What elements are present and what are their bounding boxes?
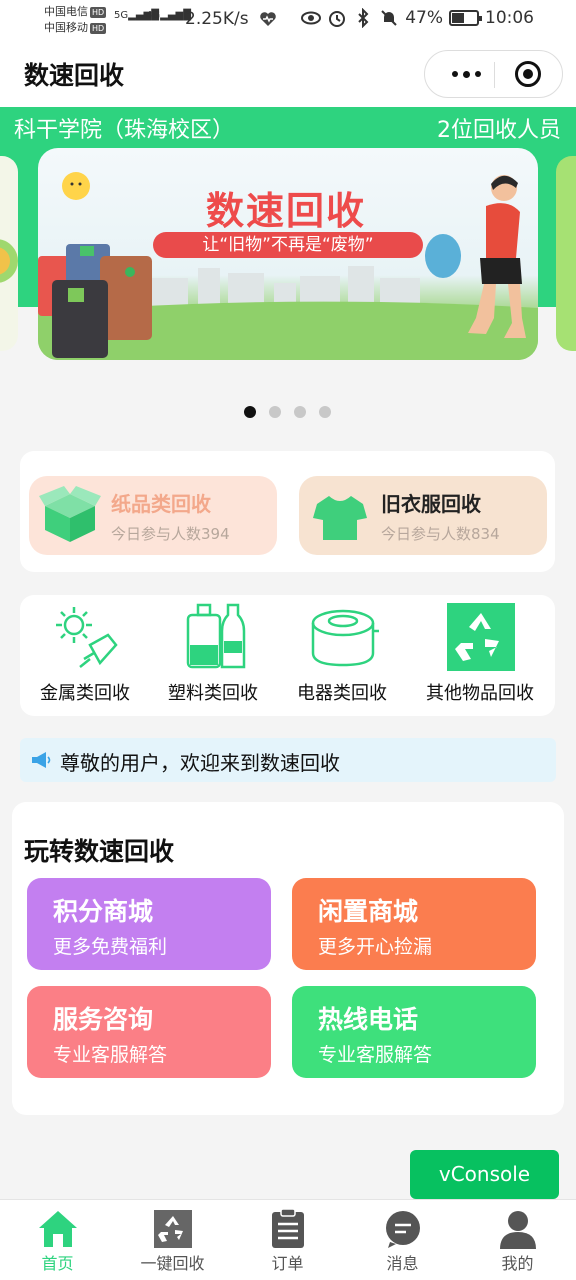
card-subtitle: 专业客服解答	[53, 1044, 168, 1066]
points-mall-card[interactable]: 积分商城 更多免费福利	[27, 878, 271, 970]
recycle-icon	[447, 603, 515, 671]
title-bar: 数速回收	[0, 40, 576, 107]
clock: 10:06	[485, 8, 534, 28]
participant-count: 今日参与人数394	[111, 525, 230, 543]
grid-label: 塑料类回收	[168, 683, 258, 704]
carrier-2: 中国移动	[44, 21, 88, 34]
tab-home[interactable]: 首页	[0, 1200, 115, 1280]
grid-label: 其他物品回收	[426, 683, 534, 704]
card-title: 闲置商城	[318, 897, 419, 926]
grid-label: 金属类回收	[40, 683, 130, 704]
user-icon	[500, 1211, 536, 1249]
alarm-icon	[329, 11, 346, 27]
tab-label: 一键回收	[140, 1254, 205, 1273]
tab-messages[interactable]: 消息	[345, 1200, 460, 1280]
banner-slide[interactable]: 数速回收 让“旧物”不再是“废物”	[38, 148, 538, 360]
prev-banner-peek	[0, 156, 18, 351]
close-miniprogram-button[interactable]	[515, 61, 541, 87]
notice-text: 尊敬的用户，欢迎来到数速回收	[60, 751, 340, 775]
hotline-card[interactable]: 热线电话 专业客服解答	[292, 986, 536, 1078]
grid-item-metal[interactable]: 金属类回收	[20, 595, 150, 716]
bottom-tab-bar: 首页 一键回收 订单 消息 我的	[0, 1199, 576, 1280]
grid-item-other[interactable]: 其他物品回收	[415, 595, 545, 716]
paper-recycle-card[interactable]: 纸品类回收 今日参与人数394	[29, 476, 277, 555]
mute-bell-icon	[381, 10, 397, 26]
grid-item-appliance[interactable]: 电器类回收	[277, 595, 407, 716]
card-subtitle: 专业客服解答	[318, 1044, 433, 1066]
banner-title: 数速回收	[206, 189, 367, 233]
card-title: 积分商城	[53, 897, 154, 926]
vconsole-button[interactable]: vConsole	[410, 1150, 559, 1199]
tab-label: 我的	[501, 1254, 534, 1273]
tab-orders[interactable]: 订单	[230, 1200, 345, 1280]
grid-label: 电器类回收	[297, 683, 387, 704]
carousel-dot-1[interactable]	[244, 406, 256, 418]
card-subtitle: 更多免费福利	[53, 936, 168, 958]
grid-item-plastic[interactable]: 塑料类回收	[148, 595, 278, 716]
service-consult-card[interactable]: 服务咨询 专业客服解答	[27, 986, 271, 1078]
page-title: 数速回收	[24, 61, 125, 90]
recycle-category-grid: 金属类回收 塑料类回收 电器类回收 其他物品回收	[20, 595, 555, 716]
appliance-icon	[311, 609, 379, 667]
carousel-dot-2[interactable]	[269, 406, 281, 418]
carousel-dot-3[interactable]	[294, 406, 306, 418]
home-icon	[39, 1211, 77, 1247]
carrier-1: 中国电信	[44, 5, 88, 18]
secondhand-mall-card[interactable]: 闲置商城 更多开心捡漏	[292, 878, 536, 970]
tshirt-icon	[313, 496, 367, 540]
card-title: 服务咨询	[53, 1005, 154, 1034]
carrier-info: 中国电信 HD 中国移动 HD	[44, 5, 107, 34]
eye-icon	[301, 11, 322, 25]
box-icon	[39, 486, 101, 542]
tab-profile[interactable]: 我的	[460, 1200, 575, 1280]
message-icon	[386, 1211, 420, 1248]
school-name[interactable]: 科干学院（珠海校区）	[14, 112, 234, 144]
tab-label: 订单	[271, 1254, 304, 1273]
banner-subtitle: 让“旧物”不再是“废物”	[153, 232, 423, 258]
recycle-icon	[154, 1210, 192, 1248]
banner-carousel[interactable]: 数速回收 让“旧物”不再是“废物”	[0, 146, 576, 361]
more-options-button[interactable]	[437, 51, 495, 97]
network-speed: 2.25K/s	[185, 9, 249, 29]
mini-program-capsule	[424, 50, 563, 98]
category-name: 旧衣服回收	[381, 492, 481, 516]
bluetooth-icon	[358, 8, 369, 28]
tab-label: 消息	[386, 1254, 419, 1273]
tab-one-click-recycle[interactable]: 一键回收	[115, 1200, 230, 1280]
card-title: 热线电话	[318, 1005, 419, 1034]
section-title: 玩转数速回收	[24, 837, 175, 866]
status-bar: 中国电信 HD 中国移动 HD 5G▂▄▆█ 4G▂▄▆█ 2.25K/s 47% …	[0, 0, 576, 40]
battery-percent: 47%	[405, 8, 443, 28]
order-icon	[272, 1208, 304, 1248]
category-name: 纸品类回收	[111, 492, 211, 516]
play-section: 玩转数速回收 积分商城 更多免费福利 闲置商城 更多开心捡漏 服务咨询 专业客服…	[12, 802, 564, 1115]
notice-bar[interactable]: 尊敬的用户，欢迎来到数速回收	[20, 738, 556, 782]
health-heart-icon	[260, 12, 276, 26]
system-status-icons: 47% 10:06	[301, 8, 534, 28]
featured-categories: 纸品类回收 今日参与人数394 旧衣服回收 今日参与人数834	[20, 451, 555, 572]
metal-icon	[56, 607, 118, 668]
carousel-dot-4[interactable]	[319, 406, 331, 418]
next-banner-peek	[556, 156, 576, 351]
collector-count: 2位回收人员	[437, 118, 561, 143]
tab-label: 首页	[41, 1254, 74, 1273]
clothes-recycle-card[interactable]: 旧衣服回收 今日参与人数834	[299, 476, 547, 555]
battery-icon	[449, 10, 482, 26]
carousel-indicator	[244, 406, 331, 418]
card-subtitle: 更多开心捡漏	[318, 936, 433, 958]
participant-count: 今日参与人数834	[381, 525, 500, 543]
megaphone-icon	[32, 752, 51, 768]
plastic-bottle-icon	[186, 603, 246, 669]
